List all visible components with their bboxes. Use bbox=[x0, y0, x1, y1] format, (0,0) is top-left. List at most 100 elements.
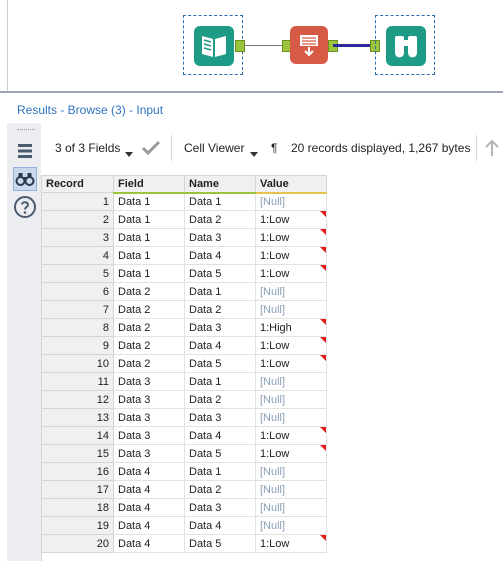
table-row[interactable]: 4 Data 1 Data 4 1:Low bbox=[41, 246, 327, 265]
record-cell[interactable]: 18 bbox=[41, 498, 114, 517]
field-cell[interactable]: Data 2 bbox=[113, 354, 185, 373]
field-cell[interactable]: Data 4 bbox=[113, 462, 185, 481]
name-cell[interactable]: Data 5 bbox=[184, 354, 256, 373]
name-cell[interactable]: Data 2 bbox=[184, 210, 256, 229]
value-cell[interactable]: 1:Low bbox=[255, 264, 327, 283]
field-cell[interactable]: Data 4 bbox=[113, 498, 185, 517]
results-table[interactable]: Record Field Name Value 1 Data 1 Data 1 [Nu… bbox=[41, 175, 327, 553]
name-cell[interactable]: Data 5 bbox=[184, 264, 256, 283]
name-cell[interactable]: Data 3 bbox=[184, 228, 256, 247]
grip-handle[interactable] bbox=[17, 129, 35, 132]
field-cell[interactable]: Data 1 bbox=[113, 228, 185, 247]
record-cell[interactable]: 8 bbox=[41, 318, 114, 337]
value-cell[interactable]: 1:Low bbox=[255, 354, 327, 373]
name-cell[interactable]: Data 2 bbox=[184, 390, 256, 409]
field-cell[interactable]: Data 3 bbox=[113, 372, 185, 391]
record-cell[interactable]: 17 bbox=[41, 480, 114, 499]
fields-selector[interactable]: 3 of 3 Fields bbox=[55, 141, 120, 155]
value-cell[interactable]: 1:Low bbox=[255, 444, 327, 463]
column-header-value[interactable]: Value bbox=[255, 175, 327, 194]
table-row[interactable]: 12 Data 3 Data 2 [Null] bbox=[41, 390, 327, 409]
name-cell[interactable]: Data 3 bbox=[184, 318, 256, 337]
field-cell[interactable]: Data 2 bbox=[113, 300, 185, 319]
field-cell[interactable]: Data 1 bbox=[113, 192, 185, 211]
name-cell[interactable]: Data 4 bbox=[184, 426, 256, 445]
input-output-anchor[interactable] bbox=[235, 40, 245, 52]
value-cell[interactable]: 1:Low bbox=[255, 210, 327, 229]
table-row[interactable]: 11 Data 3 Data 1 [Null] bbox=[41, 372, 327, 391]
table-row[interactable]: 19 Data 4 Data 4 [Null] bbox=[41, 516, 327, 535]
record-cell[interactable]: 11 bbox=[41, 372, 114, 391]
table-row[interactable]: 6 Data 2 Data 1 [Null] bbox=[41, 282, 327, 301]
value-cell[interactable]: [Null] bbox=[255, 498, 327, 517]
field-cell[interactable]: Data 3 bbox=[113, 390, 185, 409]
value-cell[interactable]: 1:Low bbox=[255, 426, 327, 445]
name-cell[interactable]: Data 3 bbox=[184, 498, 256, 517]
value-cell[interactable]: 1:Low bbox=[255, 228, 327, 247]
value-cell[interactable]: [Null] bbox=[255, 300, 327, 319]
record-cell[interactable]: 9 bbox=[41, 336, 114, 355]
browse-tool[interactable] bbox=[375, 15, 435, 75]
record-cell[interactable]: 19 bbox=[41, 516, 114, 535]
input-tool[interactable] bbox=[183, 15, 243, 75]
field-cell[interactable]: Data 3 bbox=[113, 426, 185, 445]
field-cell[interactable]: Data 2 bbox=[113, 318, 185, 337]
name-cell[interactable]: Data 4 bbox=[184, 336, 256, 355]
field-cell[interactable]: Data 4 bbox=[113, 480, 185, 499]
field-cell[interactable]: Data 1 bbox=[113, 264, 185, 283]
dropdown-arrow-icon[interactable] bbox=[250, 145, 258, 163]
field-cell[interactable]: Data 1 bbox=[113, 210, 185, 229]
table-row[interactable]: 9 Data 2 Data 4 1:Low bbox=[41, 336, 327, 355]
name-cell[interactable]: Data 1 bbox=[184, 462, 256, 481]
record-cell[interactable]: 2 bbox=[41, 210, 114, 229]
field-cell[interactable]: Data 2 bbox=[113, 282, 185, 301]
value-cell[interactable]: [Null] bbox=[255, 282, 327, 301]
value-cell[interactable]: [Null] bbox=[255, 390, 327, 409]
name-cell[interactable]: Data 3 bbox=[184, 408, 256, 427]
field-cell[interactable]: Data 3 bbox=[113, 444, 185, 463]
up-arrow-icon[interactable] bbox=[485, 139, 499, 162]
table-row[interactable]: 17 Data 4 Data 2 [Null] bbox=[41, 480, 327, 499]
table-row[interactable]: 13 Data 3 Data 3 [Null] bbox=[41, 408, 327, 427]
table-row[interactable]: 1 Data 1 Data 1 [Null] bbox=[41, 192, 327, 211]
value-cell[interactable]: [Null] bbox=[255, 372, 327, 391]
table-row[interactable]: 16 Data 4 Data 1 [Null] bbox=[41, 462, 327, 481]
value-cell[interactable]: [Null] bbox=[255, 480, 327, 499]
table-row[interactable]: 15 Data 3 Data 5 1:Low bbox=[41, 444, 327, 463]
table-row[interactable]: 3 Data 1 Data 3 1:Low bbox=[41, 228, 327, 247]
record-cell[interactable]: 13 bbox=[41, 408, 114, 427]
binoculars-icon[interactable] bbox=[13, 167, 37, 191]
name-cell[interactable]: Data 5 bbox=[184, 534, 256, 553]
table-row[interactable]: 14 Data 3 Data 4 1:Low bbox=[41, 426, 327, 445]
column-header-name[interactable]: Name bbox=[184, 175, 256, 194]
record-cell[interactable]: 5 bbox=[41, 264, 114, 283]
name-cell[interactable]: Data 1 bbox=[184, 282, 256, 301]
record-cell[interactable]: 3 bbox=[41, 228, 114, 247]
help-icon[interactable] bbox=[13, 195, 37, 219]
table-row[interactable]: 20 Data 4 Data 5 1:Low bbox=[41, 534, 327, 553]
name-cell[interactable]: Data 1 bbox=[184, 192, 256, 211]
pilcrow-toggle[interactable]: ¶ bbox=[271, 141, 277, 155]
value-cell[interactable]: 1:High bbox=[255, 318, 327, 337]
value-cell[interactable]: [Null] bbox=[255, 516, 327, 535]
field-cell[interactable]: Data 4 bbox=[113, 534, 185, 553]
workflow-canvas[interactable] bbox=[0, 0, 503, 93]
value-cell[interactable]: [Null] bbox=[255, 192, 327, 211]
field-cell[interactable]: Data 2 bbox=[113, 336, 185, 355]
name-cell[interactable]: Data 2 bbox=[184, 300, 256, 319]
value-cell[interactable]: 1:Low bbox=[255, 336, 327, 355]
table-row[interactable]: 10 Data 2 Data 5 1:Low bbox=[41, 354, 327, 373]
field-cell[interactable]: Data 1 bbox=[113, 246, 185, 265]
name-cell[interactable]: Data 2 bbox=[184, 480, 256, 499]
value-cell[interactable]: [Null] bbox=[255, 408, 327, 427]
table-row[interactable]: 5 Data 1 Data 5 1:Low bbox=[41, 264, 327, 283]
table-row[interactable]: 18 Data 4 Data 3 [Null] bbox=[41, 498, 327, 517]
column-header-record[interactable]: Record bbox=[41, 175, 114, 193]
name-cell[interactable]: Data 4 bbox=[184, 246, 256, 265]
record-cell[interactable]: 7 bbox=[41, 300, 114, 319]
table-row[interactable]: 7 Data 2 Data 2 [Null] bbox=[41, 300, 327, 319]
record-cell[interactable]: 15 bbox=[41, 444, 114, 463]
checkmark-icon[interactable] bbox=[141, 140, 161, 161]
name-cell[interactable]: Data 5 bbox=[184, 444, 256, 463]
record-cell[interactable]: 1 bbox=[41, 192, 114, 211]
